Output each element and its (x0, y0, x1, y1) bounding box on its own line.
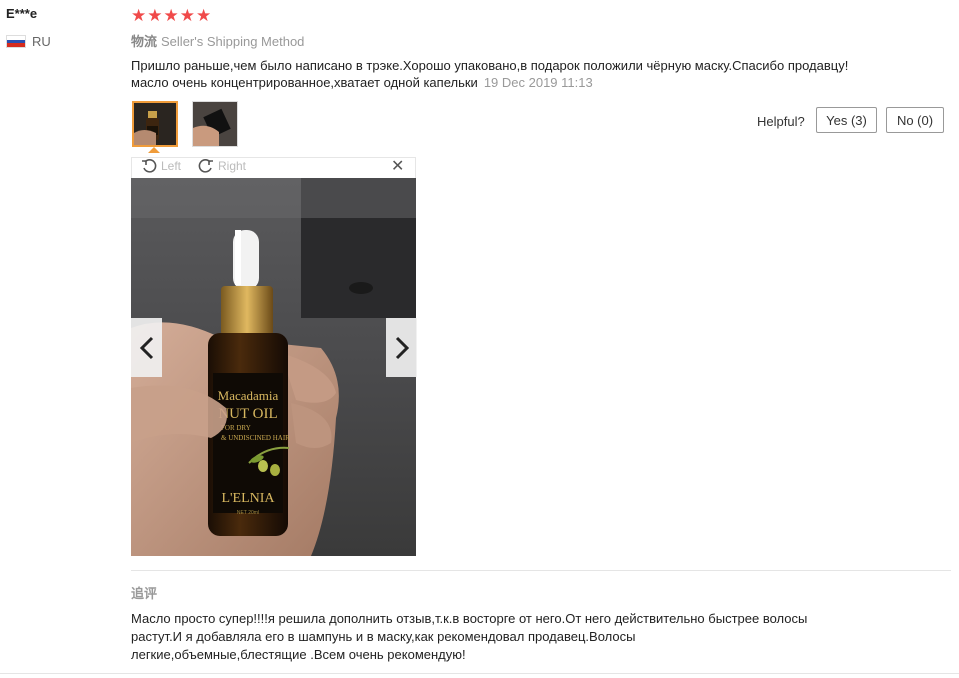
rotate-right-icon (198, 159, 213, 173)
followup-label: 追评 (131, 586, 158, 601)
previous-photo-button[interactable] (131, 318, 162, 377)
divider (131, 570, 951, 571)
bottle-label-line1: Macadamia (218, 388, 279, 403)
bottle-label-line2: NUT OIL (218, 406, 277, 422)
helpful-yes-button[interactable]: Yes (3) (816, 107, 877, 133)
reviewer-country: RU (32, 34, 51, 49)
bottle-label-line4: & UNDISCINED HAIR (221, 434, 290, 442)
bottle-volume: NET 20ml (237, 510, 259, 516)
review-text-block: Пришло раньше,чем было написано в трэке.… (131, 57, 851, 91)
rotate-left-label: Left (161, 159, 182, 173)
shipping-value: Seller's Shipping Method (161, 34, 305, 49)
followup-text: Масло просто супер!!!!я решила дополнить… (131, 611, 808, 662)
rotate-right-label: Right (218, 159, 247, 173)
helpful-label: Helpful? (757, 114, 805, 129)
shipping-method: 物流 Seller's Shipping Method (131, 31, 304, 50)
active-thumb-indicator (148, 147, 160, 153)
next-photo-button[interactable] (386, 318, 417, 377)
photo-thumbnail-1[interactable] (132, 101, 178, 147)
reviewer-name: E***e (6, 6, 38, 21)
rotate-left-icon (142, 159, 157, 173)
rotate-right-button[interactable]: Right (198, 158, 246, 174)
helpful-no-button[interactable]: No (0) (886, 107, 944, 133)
product-photo: Macadamia NUT OIL FOR DRY & UNDISCINED H… (131, 178, 416, 556)
bottom-divider (0, 673, 959, 674)
chevron-right-icon (395, 336, 409, 359)
rating-stars: ★★★★★ (131, 6, 213, 25)
shipping-label: 物流 (131, 34, 158, 49)
bottle-brand: L'ELNIA (221, 491, 275, 506)
russia-flag-icon (6, 35, 26, 48)
review-date: 19 Dec 2019 11:13 (483, 75, 593, 90)
photo-thumbnail-2[interactable] (192, 101, 238, 147)
chevron-left-icon (139, 336, 153, 359)
rotate-left-button[interactable]: Left (141, 158, 181, 174)
bottle-label-line3: FOR DRY (221, 424, 251, 432)
close-viewer-icon[interactable]: ✕ (391, 159, 404, 175)
